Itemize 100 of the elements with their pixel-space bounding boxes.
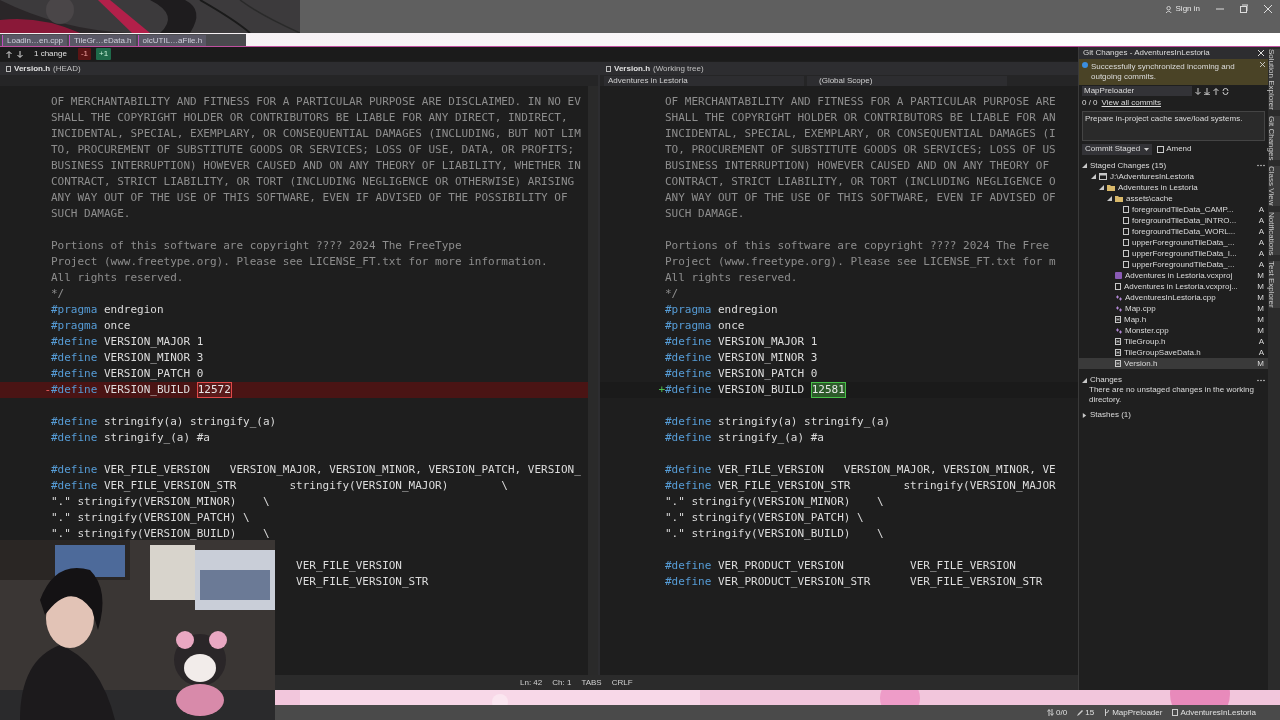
code-comment: Portions of this software are copyright ???? 2024 The FreeType	[51, 238, 462, 254]
preprocessor-keyword: #define	[665, 382, 712, 398]
close-icon[interactable]	[1258, 50, 1264, 56]
tree-item[interactable]: AdventuresInLestoria.cpp M	[1079, 292, 1268, 303]
file-name: J:\AdventuresInLestoria	[1110, 170, 1196, 183]
file-name: Monster.cpp	[1125, 324, 1170, 337]
code-text: VER_FILE_VERSION_STR	[295, 574, 429, 590]
file-status: M	[1257, 269, 1264, 282]
code-text: once	[717, 318, 745, 334]
file-name: Adventures in Lestoria	[1118, 181, 1199, 194]
code-text: "." stringify(VERSION_BUILD) \	[665, 526, 884, 542]
close-icon[interactable]	[1260, 62, 1265, 67]
view-commits-link[interactable]: View all commits	[1101, 96, 1161, 109]
file-revision: (Working tree)	[653, 62, 704, 75]
tree-item[interactable]: J:\AdventuresInLestoria	[1079, 171, 1268, 182]
repository-icon	[1172, 709, 1179, 716]
expanded-arrow-icon[interactable]	[1091, 174, 1096, 179]
sync-status[interactable]: 0/0	[1047, 706, 1068, 719]
tree-item[interactable]: upperForegroundTileData_I... A	[1079, 248, 1268, 259]
header-file-icon	[1115, 316, 1121, 323]
edits-status[interactable]: 15	[1077, 706, 1095, 719]
code-comment: Project (www.freetype.org). Please see LICENSE_FT.txt for m	[665, 254, 1056, 270]
code-comment: TO, PROCUREMENT OF SUBSTITUTE GOODS OR SERVICES; LOSS OF USE, DATA, OR PROFITS;	[51, 142, 575, 158]
code-comment: SUCH DAMAGE.	[665, 206, 745, 222]
sign-in-button[interactable]: Sign in	[1165, 4, 1200, 14]
repository-status[interactable]: AdventuresInLestoria	[1172, 706, 1256, 719]
tree-item[interactable]: Map.cpp M	[1079, 303, 1268, 314]
section-header[interactable]: Staged Changes (15)	[1090, 159, 1254, 172]
pull-icon[interactable]	[1204, 87, 1210, 95]
down-arrow-icon[interactable]	[17, 50, 23, 58]
side-tab[interactable]: Notifications	[1268, 211, 1280, 256]
file-status: M	[1257, 324, 1264, 337]
expanded-arrow-icon[interactable]	[1082, 163, 1087, 168]
scope-dropdown[interactable]: (Global Scope)	[807, 75, 1007, 86]
line-number: Ln: 42	[520, 676, 543, 689]
tree-item[interactable]: Adventures in Lestoria	[1079, 182, 1268, 193]
tree-item[interactable]: upperForegroundTileData_... A	[1079, 259, 1268, 270]
file-revision: (HEAD)	[53, 62, 81, 75]
code-comment: INCIDENTAL, SPECIAL, EXEMPLARY, OR CONSEQUENTIAL DAMAGES (I	[665, 126, 1056, 142]
more-icon[interactable]	[1257, 164, 1265, 167]
section-header[interactable]: Changes	[1090, 374, 1254, 386]
preprocessor-keyword: #pragma	[51, 302, 98, 318]
preprocessor-keyword: #define	[51, 462, 98, 478]
expanded-arrow-icon[interactable]	[1082, 377, 1087, 383]
code-comment: Portions of this software are copyright ???? 2024 The Free	[665, 238, 1050, 254]
commit-staged-button[interactable]: Commit Staged	[1082, 143, 1153, 155]
code-text: VERSION_MAJOR 1	[717, 334, 818, 350]
scrollbar[interactable]	[588, 86, 598, 675]
section-header[interactable]: Stashes (1)	[1090, 409, 1131, 421]
tree-item[interactable]: foregroundTileData_INTRO... A	[1079, 215, 1268, 226]
restore-icon[interactable]	[1240, 4, 1248, 14]
diff-marker: +	[658, 382, 665, 398]
file-tab[interactable]: Loadin…en.cpp	[2, 35, 68, 46]
tree-item[interactable]: TileGroupSaveData.h A	[1079, 347, 1268, 358]
branch-status[interactable]: MapPreloader	[1104, 706, 1163, 719]
code-text: endregion	[103, 302, 164, 318]
tree-item[interactable]: Adventures in Lestoria.vcxproj... M	[1079, 281, 1268, 292]
expanded-arrow-icon[interactable]	[1099, 185, 1104, 190]
changed-value: 12581	[810, 382, 846, 398]
tree-item[interactable]: foregroundTileData_CAMP... A	[1079, 204, 1268, 215]
tree-item[interactable]: assets\cache	[1079, 193, 1268, 204]
code-comment: SHALL THE COPYRIGHT HOLDER OR CONTRIBUTORS BE LIABLE FOR AN	[665, 110, 1056, 126]
more-icon[interactable]	[1257, 378, 1265, 382]
file-icon	[6, 65, 11, 72]
up-arrow-icon[interactable]	[6, 50, 12, 58]
amend-checkbox[interactable]: Amend	[1157, 143, 1192, 155]
diff-marker: -	[44, 382, 51, 398]
tree-item[interactable]: foregroundTileData_WORL... A	[1079, 226, 1268, 237]
code-comment: INCIDENTAL, SPECIAL, EXEMPLARY, OR CONSEQUENTIAL DAMAGES (INCLUDING, BUT NOT LIM	[51, 126, 581, 142]
commit-message-field[interactable]: Prepare in-project cache save/load systems.	[1082, 111, 1265, 141]
branch-dropdown[interactable]: MapPreloader	[1082, 86, 1192, 96]
side-tab[interactable]: Class View	[1268, 166, 1280, 206]
tree-item[interactable]: Adventures in Lestoria.vcxproj M	[1079, 270, 1268, 281]
preprocessor-keyword: #define	[665, 574, 712, 590]
code-text: "." stringify(VERSION_BUILD) \	[51, 526, 270, 542]
tree-item[interactable]: TileGroup.h A	[1079, 336, 1268, 347]
project-dropdown[interactable]: Adventures in Lestoria	[604, 75, 804, 86]
tree-item[interactable]: Map.h M	[1079, 314, 1268, 325]
push-icon[interactable]	[1213, 87, 1219, 95]
code-text: once	[103, 318, 131, 334]
close-icon[interactable]	[1264, 4, 1272, 14]
file-status: M	[1257, 280, 1264, 293]
side-tab[interactable]: Test Explorer	[1268, 261, 1280, 309]
collapsed-arrow-icon[interactable]	[1082, 412, 1087, 418]
tree-item[interactable]: upperForegroundTileData_... A	[1079, 237, 1268, 248]
file-tab[interactable]: olcUTIL…aFile.h	[137, 35, 207, 46]
sync-icon[interactable]	[1222, 87, 1229, 95]
expanded-arrow-icon[interactable]	[1107, 196, 1112, 201]
file-tab[interactable]: TileGr…eData.h	[69, 35, 136, 46]
side-tab[interactable]: Solution Explorer	[1268, 49, 1280, 110]
file-status: M	[1257, 313, 1264, 326]
side-tab[interactable]: Git Changes	[1268, 115, 1280, 161]
file-status: M	[1257, 302, 1264, 315]
project-icon	[1115, 272, 1122, 279]
fetch-icon[interactable]	[1195, 87, 1201, 95]
code-comment: Project (www.freetype.org). Please see LICENSE_FT.txt for more information.	[51, 254, 548, 270]
tree-item[interactable]: Version.h M	[1079, 358, 1268, 369]
preprocessor-keyword: #pragma	[51, 318, 98, 334]
tree-item[interactable]: Monster.cpp M	[1079, 325, 1268, 336]
preprocessor-keyword: #define	[51, 334, 98, 350]
